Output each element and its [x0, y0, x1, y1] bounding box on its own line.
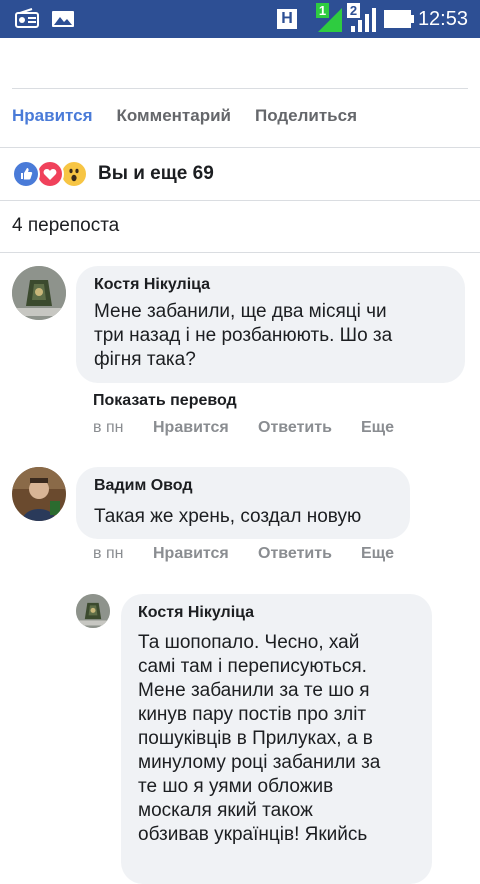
like-reaction-icon — [12, 160, 40, 188]
comment-like-button[interactable]: Нравится — [153, 545, 229, 563]
comment-line: москаля який також — [138, 800, 313, 821]
avatar[interactable] — [76, 594, 110, 628]
divider — [0, 147, 480, 148]
status-bar: H 1 2 12:53 — [0, 0, 480, 38]
comment-line: Такая же хрень, создал новую — [94, 506, 362, 527]
comment-author[interactable]: Костя Нікуліца — [138, 604, 254, 622]
comment-meta: в пн Нравится Ответить Еще — [93, 419, 433, 439]
comment-button[interactable]: Комментарий — [117, 106, 231, 128]
comment-line: фігня така? — [94, 349, 196, 370]
comment-author[interactable]: Костя Нікуліца — [94, 276, 210, 294]
comment-line: три назад і не розбанюють. Шо за — [94, 325, 393, 346]
comment-like-button[interactable]: Нравится — [153, 419, 229, 437]
comment-line: Мене забанили, ще два місяці чи — [94, 301, 387, 322]
radio-icon — [15, 8, 39, 28]
post-actions: Нравится Комментарий Поделиться — [12, 106, 357, 128]
comment-more-button[interactable]: Еще — [361, 545, 394, 563]
divider — [0, 252, 480, 253]
reactions-count: Вы и еще 69 — [98, 163, 214, 184]
gallery-icon — [52, 11, 74, 27]
comment-bubble[interactable]: Костя Нікуліца Та шопопало. Чесно, хай с… — [121, 594, 432, 884]
love-reaction-icon — [36, 160, 64, 188]
comment-bubble[interactable]: Вадим Овод Такая же хрень, создал новую — [76, 467, 410, 539]
clock: 12:53 — [417, 8, 468, 30]
like-button[interactable]: Нравится — [12, 106, 93, 128]
show-translation-link[interactable]: Показать перевод — [93, 392, 237, 410]
avatar[interactable] — [12, 467, 66, 521]
comment-reply-button[interactable]: Ответить — [258, 419, 332, 437]
comment-time: в пн — [93, 545, 124, 562]
comment-author[interactable]: Вадим Овод — [94, 477, 193, 495]
comment-meta: в пн Нравится Ответить Еще — [93, 545, 433, 565]
sim2-label: 2 — [347, 3, 360, 18]
wow-reaction-icon — [60, 160, 88, 188]
comment-line: минулому році забанили за — [138, 752, 381, 773]
comment-line: обзивав українців! Якийсь — [138, 824, 368, 845]
comment-line: Мене забанили за те шо я — [138, 680, 370, 701]
avatar[interactable] — [12, 266, 66, 320]
comment-line: те шо я уями обложив — [138, 776, 334, 797]
comment-bubble[interactable]: Костя Нікуліца Мене забанили, ще два міс… — [76, 266, 465, 383]
divider — [12, 88, 468, 89]
sim1-label: 1 — [316, 3, 329, 18]
share-button[interactable]: Поделиться — [255, 106, 357, 128]
comment-reply-button[interactable]: Ответить — [258, 545, 332, 563]
shares-count[interactable]: 4 перепоста — [12, 215, 119, 237]
comment-line: пошуківців в Прилуках, а в — [138, 728, 373, 749]
divider — [0, 200, 480, 201]
network-badge: H — [277, 9, 297, 29]
comment-line: Та шопопало. Чесно, хай — [138, 632, 360, 653]
comment-line: кинув пару постів про зліт — [138, 704, 367, 725]
comment-line: самі там і переписуються. — [138, 656, 367, 677]
comment-time: в пн — [93, 419, 124, 436]
comment-more-button[interactable]: Еще — [361, 419, 394, 437]
reactions-summary[interactable]: Вы и еще 69 — [12, 160, 214, 188]
battery-icon — [384, 10, 414, 28]
